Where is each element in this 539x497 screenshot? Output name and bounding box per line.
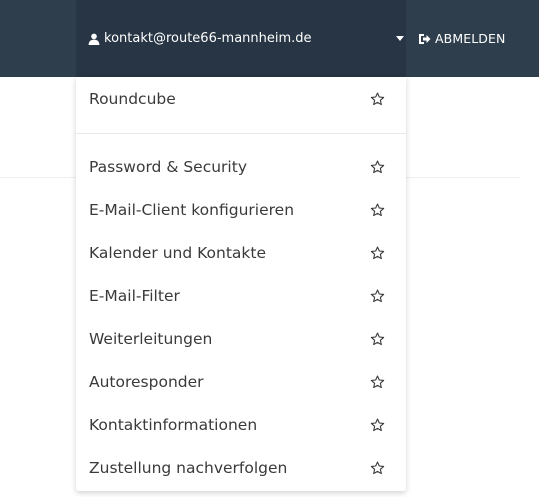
menu-item-label: Roundcube [89, 90, 176, 108]
menu-item-calendar-contacts[interactable]: Kalender und Kontakte [76, 233, 406, 273]
user-menu-toggle[interactable]: kontakt@route66-mannheim.de [76, 0, 406, 77]
sign-out-icon [418, 33, 431, 45]
star-outline-icon[interactable] [370, 332, 385, 347]
user-dropdown-menu: Roundcube Password & Security E-Mail-Cli… [76, 77, 406, 491]
menu-item-autoresponder[interactable]: Autoresponder [76, 362, 406, 402]
menu-item-label: Kalender und Kontakte [89, 244, 267, 262]
star-outline-icon[interactable] [370, 160, 385, 175]
star-outline-icon[interactable] [370, 375, 385, 390]
menu-item-delivery-tracking[interactable]: Zustellung nachverfolgen [76, 448, 406, 488]
star-outline-icon[interactable] [370, 461, 385, 476]
menu-item-contact-info[interactable]: Kontaktinformationen [76, 405, 406, 445]
menu-item-mail-client[interactable]: E-Mail-Client konfigurieren [76, 190, 406, 230]
star-outline-icon[interactable] [370, 418, 385, 433]
menu-item-roundcube[interactable]: Roundcube [76, 79, 406, 119]
menu-item-label: E-Mail-Client konfigurieren [89, 201, 295, 219]
user-email: kontakt@route66-mannheim.de [104, 31, 312, 46]
menu-item-password-security[interactable]: Password & Security [76, 147, 406, 187]
menu-separator [76, 133, 406, 134]
menu-item-label: Zustellung nachverfolgen [89, 459, 288, 477]
menu-item-forwarding[interactable]: Weiterleitungen [76, 319, 406, 359]
menu-item-mail-filter[interactable]: E-Mail-Filter [76, 276, 406, 316]
star-outline-icon[interactable] [370, 246, 385, 261]
menu-item-label: Weiterleitungen [89, 330, 213, 348]
menu-item-label: Autoresponder [89, 373, 204, 391]
menu-item-label: Kontaktinformationen [89, 416, 258, 434]
menu-item-label: E-Mail-Filter [89, 287, 180, 305]
logout-link[interactable]: ABMELDEN [418, 0, 505, 77]
star-outline-icon[interactable] [370, 92, 385, 107]
star-outline-icon[interactable] [370, 289, 385, 304]
star-outline-icon[interactable] [370, 203, 385, 218]
menu-item-label: Password & Security [89, 158, 247, 176]
top-navbar: kontakt@route66-mannheim.de ABMELDEN [0, 0, 539, 77]
user-icon [88, 33, 100, 45]
caret-down-icon [396, 36, 404, 41]
logout-label: ABMELDEN [435, 31, 506, 46]
